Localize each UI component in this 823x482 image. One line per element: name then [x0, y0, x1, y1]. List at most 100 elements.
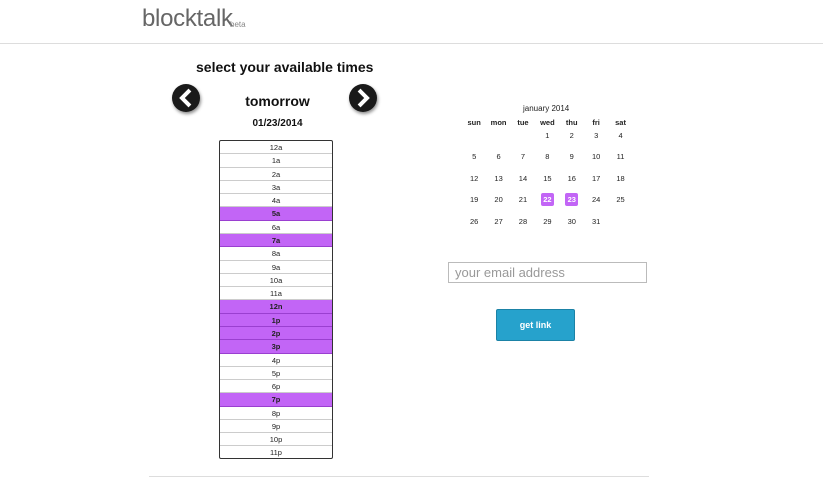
- calendar-day[interactable]: 27: [486, 215, 510, 236]
- time-slot[interactable]: 12n: [220, 300, 332, 314]
- time-slot[interactable]: 11p: [220, 446, 332, 458]
- calendar-day[interactable]: 10: [584, 150, 608, 171]
- calendar-day[interactable]: 17: [584, 172, 608, 193]
- calendar-day[interactable]: 25: [608, 193, 632, 214]
- weekday-header: fri: [592, 118, 600, 127]
- time-slot[interactable]: 3p: [220, 340, 332, 354]
- calendar-day[interactable]: 29: [535, 215, 559, 236]
- beta-badge: beta: [230, 20, 246, 29]
- time-slot[interactable]: 6a: [220, 221, 332, 234]
- calendar-day-number: 12: [470, 173, 479, 183]
- time-slot[interactable]: 2a: [220, 168, 332, 181]
- calendar-day[interactable]: 4: [608, 129, 632, 150]
- time-slot[interactable]: 9a: [220, 261, 332, 274]
- calendar-day[interactable]: 18: [608, 172, 632, 193]
- weekday-header: sat: [615, 118, 626, 127]
- calendar-day[interactable]: 12: [462, 172, 486, 193]
- time-slot[interactable]: 5a: [220, 207, 332, 221]
- calendar-day[interactable]: 8: [535, 150, 559, 171]
- calendar-grid: sun mon tue wed thu fri sat 1 2 3 4 5 6 7 8 9 10 11 12 13 14…: [462, 116, 633, 236]
- prev-day-button[interactable]: [172, 84, 200, 112]
- calendar-day[interactable]: 28: [511, 215, 535, 236]
- calendar-day-number: 1: [545, 131, 550, 140]
- time-slot[interactable]: 4p: [220, 354, 332, 367]
- calendar-empty-cell: [486, 129, 510, 150]
- get-link-button[interactable]: get link: [496, 309, 575, 341]
- calendar-day-number: 31: [591, 216, 601, 226]
- calendar-day[interactable]: 15: [535, 172, 559, 193]
- chevron-right-icon: [357, 88, 370, 108]
- calendar-day-number: 10: [591, 152, 601, 162]
- calendar-day[interactable]: 16: [560, 172, 584, 193]
- footer-divider: [149, 476, 649, 477]
- calendar-day-number: 9: [569, 152, 574, 162]
- time-slot[interactable]: 2p: [220, 326, 332, 341]
- calendar-day-number: 23: [565, 193, 579, 207]
- calendar-day-number: 14: [518, 173, 528, 183]
- calendar-day[interactable]: 23: [560, 193, 584, 214]
- calendar-day-number: 3: [594, 131, 599, 140]
- date-label: 01/23/2014: [252, 118, 303, 129]
- calendar-day[interactable]: 14: [511, 172, 535, 193]
- calendar-day-number: 4: [618, 131, 623, 140]
- time-slot[interactable]: 11a: [220, 287, 332, 301]
- calendar-day-number: 5: [472, 152, 477, 162]
- calendar-day[interactable]: 13: [486, 172, 510, 193]
- calendar-day[interactable]: 22: [535, 193, 559, 214]
- time-slot[interactable]: 10p: [220, 433, 332, 447]
- calendar-day[interactable]: 1: [535, 129, 559, 150]
- calendar-day[interactable]: 7: [511, 150, 535, 171]
- weekday-header: sun: [467, 118, 481, 127]
- weekday-header: thu: [565, 118, 578, 127]
- calendar-day-number: 13: [494, 173, 503, 183]
- calendar-day-number: 11: [616, 152, 625, 162]
- calendar-day[interactable]: 6: [486, 150, 510, 171]
- calendar-day[interactable]: 19: [462, 193, 486, 214]
- calendar-day-number: 2: [569, 131, 574, 140]
- time-slot[interactable]: 3a: [220, 181, 332, 195]
- next-day-button[interactable]: [349, 84, 377, 112]
- calendar-day-number: 18: [616, 173, 625, 183]
- page-heading: select your available times: [196, 59, 374, 75]
- calendar-day-number: 22: [540, 193, 554, 207]
- calendar-day[interactable]: 26: [462, 215, 486, 236]
- calendar-day[interactable]: 30: [560, 215, 584, 236]
- email-input[interactable]: [448, 262, 647, 283]
- header-bar: blocktalk beta: [0, 0, 823, 44]
- calendar-day[interactable]: 21: [511, 193, 535, 214]
- time-slot[interactable]: 6p: [220, 380, 332, 394]
- day-label: tomorrow: [245, 93, 310, 109]
- calendar-day-number: 27: [494, 216, 503, 226]
- calendar-empty-cell: [462, 129, 486, 150]
- calendar-day-number: 28: [518, 216, 528, 226]
- calendar-day-number: 17: [591, 173, 601, 183]
- calendar-day[interactable]: 20: [486, 193, 510, 214]
- calendar-day[interactable]: 24: [584, 193, 608, 214]
- calendar-day-number: 25: [616, 195, 625, 205]
- time-slot[interactable]: 7a: [220, 233, 332, 248]
- calendar-day[interactable]: 3: [584, 129, 608, 150]
- calendar-day[interactable]: 5: [462, 150, 486, 171]
- logo[interactable]: blocktalk: [142, 5, 233, 33]
- chevron-left-icon: [179, 88, 192, 108]
- time-slot[interactable]: 8p: [220, 407, 332, 420]
- calendar-title: january 2014: [523, 104, 570, 113]
- weekday-header: wed: [540, 118, 555, 127]
- calendar-day[interactable]: 9: [560, 150, 584, 171]
- time-slot[interactable]: 7p: [220, 393, 332, 407]
- time-slot[interactable]: 4a: [220, 194, 332, 208]
- time-slot[interactable]: 5p: [220, 367, 332, 381]
- time-slot[interactable]: 8a: [220, 247, 332, 261]
- calendar-day-number: 19: [470, 195, 479, 205]
- weekday-header: tue: [517, 118, 529, 127]
- time-slot[interactable]: 10a: [220, 274, 332, 288]
- time-slot[interactable]: 12a: [220, 141, 332, 155]
- calendar-day-number: 7: [520, 152, 526, 162]
- time-slot[interactable]: 1p: [220, 313, 332, 327]
- calendar-day[interactable]: 31: [584, 215, 608, 236]
- calendar-day[interactable]: 2: [560, 129, 584, 150]
- time-slot[interactable]: 9p: [220, 420, 332, 434]
- calendar-day[interactable]: 11: [608, 150, 632, 171]
- calendar-day-number: 21: [518, 195, 528, 205]
- time-slot[interactable]: 1a: [220, 154, 332, 168]
